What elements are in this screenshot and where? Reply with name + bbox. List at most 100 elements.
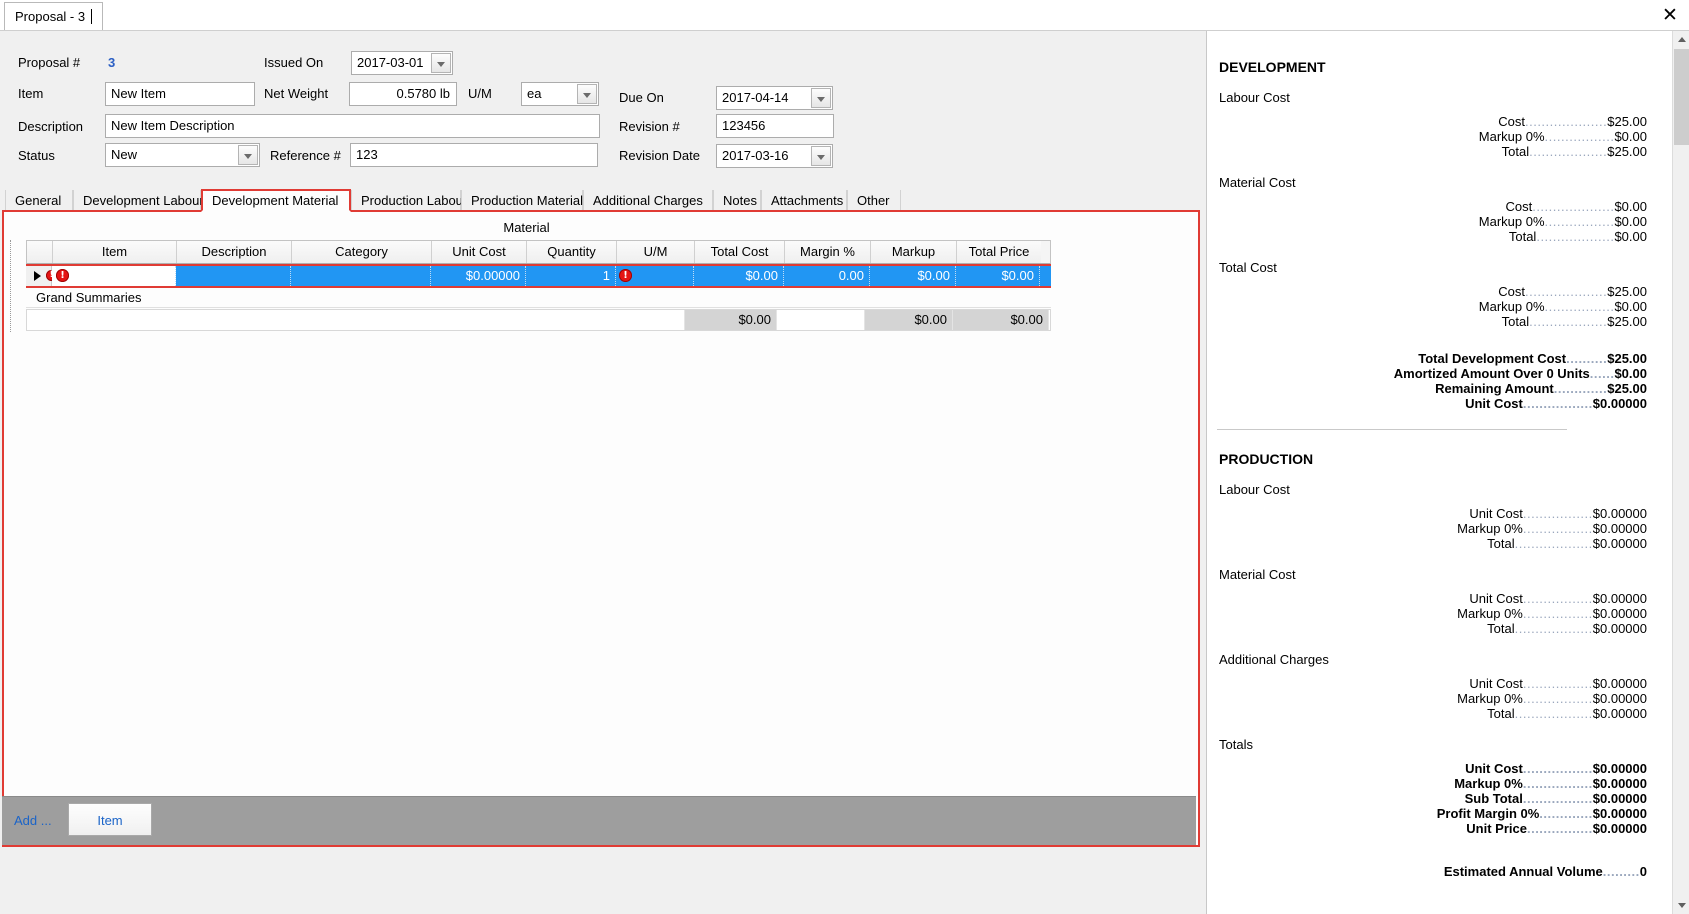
summary-line-label: Markup 0%	[1478, 129, 1545, 144]
summary-line: Unit Cost.................$0.00000	[1465, 761, 1647, 776]
add-item-button[interactable]: Item	[68, 803, 152, 836]
scrollbar-track[interactable]	[1673, 48, 1689, 897]
summary-line-label: Markup 0%	[1478, 214, 1545, 229]
cell-um[interactable]	[616, 266, 694, 286]
dot-leader: ......	[1589, 366, 1615, 381]
document-tab-proposal-3[interactable]: Proposal - 3	[4, 2, 104, 30]
summary-line: Cost....................$0.00	[1505, 199, 1647, 214]
summary-line-value: $0.00	[1614, 229, 1647, 244]
summary-line-value: $0.00000	[1592, 536, 1647, 551]
summary-pane-scrollbar[interactable]	[1672, 31, 1689, 914]
cell-category[interactable]	[291, 266, 431, 286]
grand-summaries-label: Grand Summaries	[26, 288, 1051, 308]
table-row[interactable]: $0.00000 1 $0.00 0.00 $0.00 $0.00	[26, 264, 1051, 288]
cost-summary-pane: DEVELOPMENT Labour Cost Cost..............…	[1206, 31, 1689, 914]
grand-summaries-row: $0.00 $0.00 $0.00	[26, 309, 1051, 331]
chevron-down-icon[interactable]	[238, 145, 258, 165]
cell-margin-pct[interactable]: 0.00	[784, 266, 870, 286]
tab-label: Production Labour	[361, 193, 468, 208]
cell-total-price[interactable]: $0.00	[956, 266, 1040, 286]
column-header-markup[interactable]: Markup	[871, 241, 957, 263]
summary-line-value: 0	[1639, 864, 1647, 879]
um-select[interactable]: ea	[521, 82, 599, 106]
scroll-down-arrow-icon[interactable]	[1673, 897, 1689, 914]
summary-line-label: Total Development Cost	[1418, 351, 1567, 366]
dot-leader: .................	[1522, 776, 1593, 791]
column-header-description[interactable]: Description	[177, 241, 292, 263]
summary-line-label: Cost	[1498, 284, 1525, 299]
cell-quantity[interactable]: 1	[526, 266, 616, 286]
row-indicator[interactable]	[26, 266, 57, 286]
summary-line-label: Total	[1487, 621, 1515, 636]
tab-label: Notes	[723, 193, 757, 208]
item-input[interactable]: New Item	[105, 82, 255, 106]
net-weight-label: Net Weight	[264, 86, 329, 101]
material-grid: Item Description Category Unit Cost Quantity…	[26, 240, 1051, 288]
column-header-rowindicator[interactable]	[27, 241, 53, 263]
cell-total-cost[interactable]: $0.00	[694, 266, 784, 286]
dot-leader: .................	[1522, 591, 1593, 606]
dot-leader: .................	[1522, 521, 1593, 536]
tab-other[interactable]: Other	[847, 190, 901, 211]
tab-production-labour[interactable]: Production Labour	[351, 190, 467, 211]
add-link[interactable]: Add ...	[14, 813, 52, 828]
summary-line-value: $25.00	[1607, 284, 1647, 299]
dot-leader: ..........	[1566, 351, 1608, 366]
cost-summary-content: DEVELOPMENT Labour Cost Cost..............…	[1207, 31, 1671, 914]
summary-line-value: $0.00000	[1592, 676, 1647, 691]
summary-line-value: $0.00000	[1592, 691, 1647, 706]
description-input[interactable]: New Item Description	[105, 114, 600, 138]
status-select[interactable]: New	[105, 143, 260, 167]
scroll-up-arrow-icon[interactable]	[1673, 31, 1689, 48]
tab-development-labour[interactable]: Development Labour	[73, 190, 204, 211]
cell-unit-cost[interactable]: $0.00000	[431, 266, 526, 286]
chevron-down-icon[interactable]	[431, 53, 451, 73]
scrollbar-thumb[interactable]	[1674, 49, 1689, 145]
due-on-datepicker[interactable]: 2017-04-14	[716, 86, 833, 110]
tab-development-material[interactable]: Development Material	[201, 189, 351, 212]
chevron-down-icon[interactable]	[811, 146, 831, 166]
dot-leader: .................	[1544, 214, 1615, 229]
revision-date-datepicker[interactable]: 2017-03-16	[716, 144, 833, 168]
summary-line-label: Unit Price	[1466, 821, 1527, 836]
tab-additional-charges[interactable]: Additional Charges	[583, 190, 713, 211]
column-header-total-price[interactable]: Total Price	[957, 241, 1041, 263]
description-label: Description	[18, 119, 84, 134]
dot-leader: .................	[1544, 299, 1615, 314]
tab-label: Attachments	[771, 193, 844, 208]
column-header-category[interactable]: Category	[292, 241, 432, 263]
tab-general[interactable]: General	[5, 190, 73, 211]
summary-line: Total...................$0.00000	[1487, 706, 1647, 721]
chevron-down-icon[interactable]	[811, 88, 831, 108]
dot-leader: .........	[1602, 864, 1640, 879]
summary-line: Amortized Amount Over 0 Units......$0.00	[1394, 366, 1647, 381]
cell-item[interactable]	[52, 266, 176, 286]
tab-notes[interactable]: Notes	[713, 190, 761, 211]
summary-line: Total...................$0.00000	[1487, 621, 1647, 636]
column-header-total-cost[interactable]: Total Cost	[695, 241, 785, 263]
revision-number-input[interactable]: 123456	[716, 114, 834, 138]
summary-line-value: $0.00000	[1592, 506, 1647, 521]
tab-label: Production Material	[471, 193, 583, 208]
development-section-title: DEVELOPMENT	[1219, 59, 1326, 75]
um-label: U/M	[468, 86, 492, 101]
summary-line-label: Unit Cost	[1465, 761, 1523, 776]
issued-on-datepicker[interactable]: 2017-03-01	[351, 51, 453, 75]
summary-group-label: Total Cost	[1219, 260, 1277, 275]
tab-production-material[interactable]: Production Material	[461, 190, 583, 211]
column-header-item[interactable]: Item	[53, 241, 177, 263]
close-icon[interactable]: ✕	[1659, 4, 1681, 26]
net-weight-input[interactable]: 0.5780 lb	[349, 82, 457, 106]
summary-line-label: Total	[1508, 229, 1537, 244]
cell-description[interactable]	[176, 266, 291, 286]
tab-attachments[interactable]: Attachments	[761, 190, 847, 211]
cell-markup[interactable]: $0.00	[870, 266, 956, 286]
reference-input[interactable]: 123	[350, 143, 598, 167]
dot-leader: .................	[1522, 396, 1593, 411]
column-header-quantity[interactable]: Quantity	[527, 241, 617, 263]
column-header-margin-[interactable]: Margin %	[785, 241, 871, 263]
column-header-u-m[interactable]: U/M	[617, 241, 695, 263]
chevron-down-icon[interactable]	[577, 84, 597, 104]
dot-leader: ....................	[1524, 114, 1608, 129]
column-header-unit-cost[interactable]: Unit Cost	[432, 241, 527, 263]
